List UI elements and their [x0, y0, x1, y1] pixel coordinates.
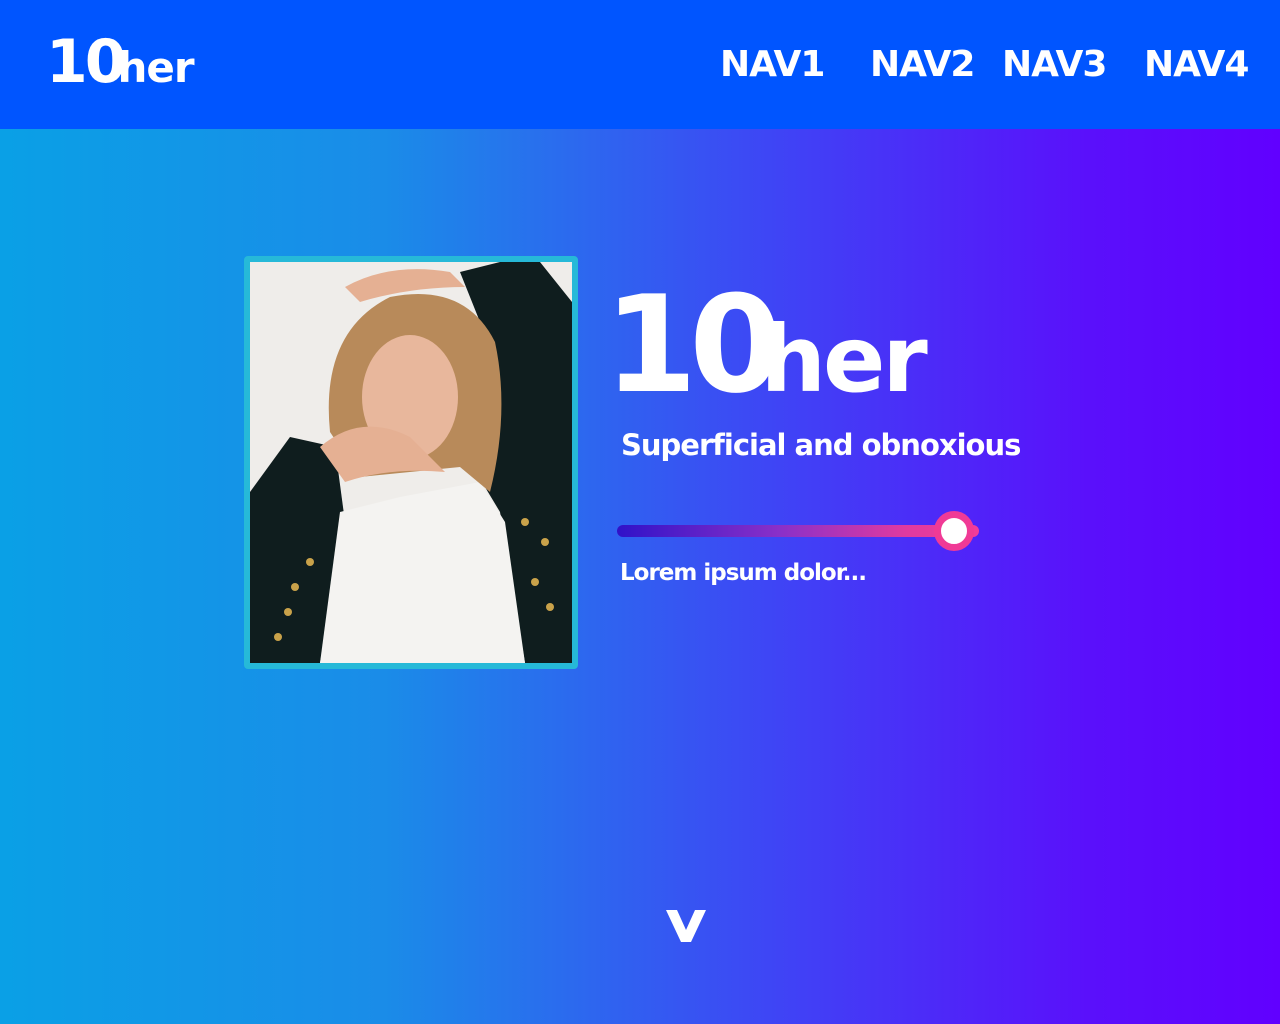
nav-link-3[interactable]: NAV3	[1002, 44, 1107, 85]
nav-link-1[interactable]: NAV1	[720, 44, 825, 85]
profile-photo	[244, 256, 578, 669]
slider-thumb[interactable]	[933, 511, 974, 551]
hero-tagline: Superficial and obnoxious	[621, 428, 1021, 462]
hero-title-primary: 10	[604, 267, 783, 423]
hero-caption: Lorem ipsum dolor...	[620, 560, 867, 586]
site-header: 10her NAV1 NAV2 NAV3 NAV4	[0, 0, 1280, 129]
slider-track[interactable]	[617, 525, 979, 537]
logo-secondary: her	[117, 43, 195, 92]
profile-photo-image	[250, 262, 572, 663]
site-logo[interactable]: 10her	[46, 32, 195, 92]
chevron-down-icon[interactable]	[664, 906, 708, 944]
hero-title: 10her	[604, 278, 928, 413]
hero-title-secondary: her	[760, 306, 927, 413]
logo-primary: 10	[46, 27, 126, 97]
nav-link-4[interactable]: NAV4	[1144, 44, 1249, 85]
progress-slider[interactable]	[617, 511, 979, 551]
nav-link-2[interactable]: NAV2	[870, 44, 975, 85]
